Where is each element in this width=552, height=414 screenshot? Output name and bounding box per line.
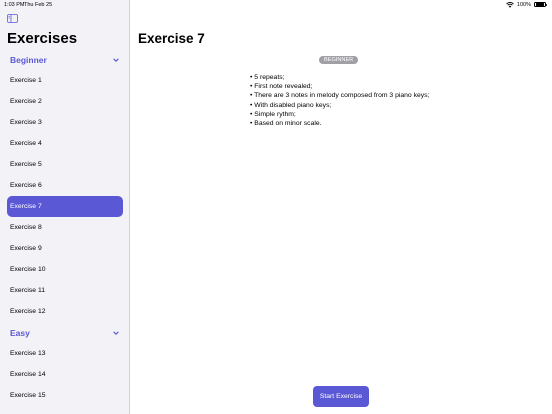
- detail-item: First note revealed;: [250, 82, 429, 91]
- start-exercise-button[interactable]: Start Exercise: [313, 386, 369, 407]
- exercise-details: 5 repeats;First note revealed;There are …: [250, 73, 429, 128]
- level-badge: BEGINNER: [319, 56, 359, 64]
- detail-item: With disabled piano keys;: [250, 101, 429, 110]
- sidebar-item-exercise[interactable]: Exercise 9: [0, 238, 129, 259]
- detail-pane: Exercise 7 BEGINNER 5 repeats;First note…: [130, 0, 552, 414]
- detail-item: Simple rythm;: [250, 110, 429, 119]
- sidebar-item-exercise[interactable]: Exercise 7: [7, 196, 123, 217]
- section-label: Easy: [10, 327, 30, 338]
- status-date: Thu Feb 25: [24, 1, 53, 8]
- detail-item: Based on minor scale.: [250, 119, 429, 128]
- section-header[interactable]: Easy: [0, 322, 129, 343]
- sidebar: Exercises Beginner Exercise 1 Exercise 2 Ex…: [0, 0, 130, 414]
- sidebar-item-exercise[interactable]: Exercise 3: [0, 112, 129, 133]
- sidebar-item-exercise[interactable]: Exercise 13: [0, 343, 129, 364]
- detail-item: There are 3 notes in melody composed fro…: [250, 91, 429, 100]
- chevron-down-icon: [113, 330, 119, 335]
- sidebar-item-exercise[interactable]: Exercise 4: [0, 133, 129, 154]
- section-label: Beginner: [10, 54, 47, 65]
- sidebar-toggle-icon[interactable]: [7, 14, 18, 23]
- status-bar: 1:03 PM Thu Feb 25 100%: [0, 0, 552, 9]
- battery-icon: [534, 1, 547, 8]
- wifi-icon: [506, 1, 514, 8]
- page-title: Exercise 7: [138, 31, 205, 46]
- sidebar-item-exercise[interactable]: Exercise 14: [0, 364, 129, 385]
- status-time: 1:03 PM: [4, 1, 25, 8]
- sidebar-item-exercise[interactable]: Exercise 5: [0, 154, 129, 175]
- detail-item: 5 repeats;: [250, 73, 429, 82]
- sidebar-item-exercise[interactable]: Exercise 11: [0, 280, 129, 301]
- sidebar-item-exercise[interactable]: Exercise 8: [0, 217, 129, 238]
- chevron-down-icon: [113, 57, 119, 62]
- section-header[interactable]: Beginner: [0, 49, 129, 70]
- exercise-list: Beginner Exercise 1 Exercise 2 Exercise 3 Ex…: [0, 49, 129, 406]
- sidebar-item-exercise[interactable]: Exercise 12: [0, 301, 129, 322]
- sidebar-title: Exercises: [7, 30, 78, 47]
- battery-percent: 100%: [516, 1, 531, 8]
- sidebar-item-exercise[interactable]: Exercise 6: [0, 175, 129, 196]
- status-right: 100%: [506, 1, 547, 8]
- sidebar-item-exercise[interactable]: Exercise 10: [0, 259, 129, 280]
- sidebar-item-exercise[interactable]: Exercise 1: [0, 70, 129, 91]
- sidebar-item-exercise[interactable]: Exercise 15: [0, 385, 129, 406]
- sidebar-item-exercise[interactable]: Exercise 2: [0, 91, 129, 112]
